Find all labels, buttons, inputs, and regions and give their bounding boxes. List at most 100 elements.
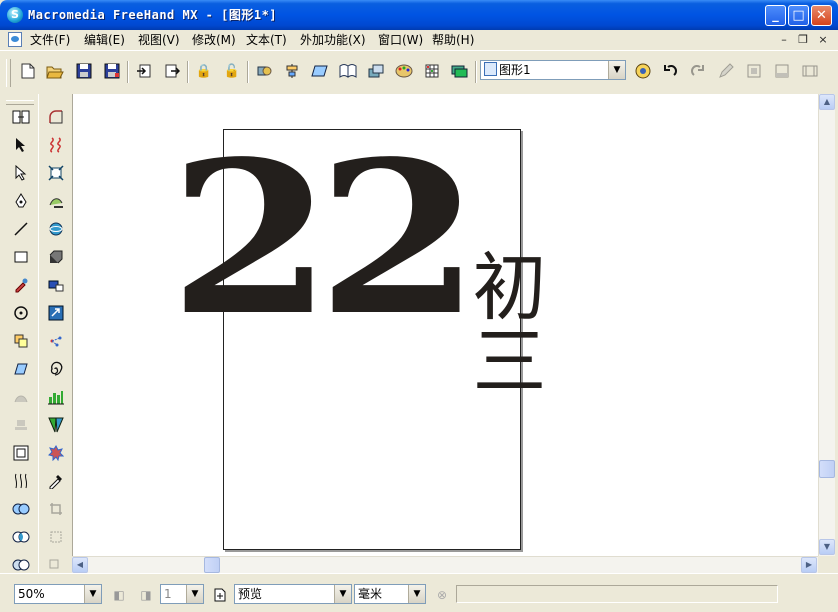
redo-icon[interactable] [688,61,708,81]
menu-window[interactable]: 窗口(W) [378,32,423,48]
page-tool-icon[interactable] [10,106,32,128]
frame2-icon[interactable] [772,61,792,81]
unlock-icon[interactable]: 🔓 [222,61,242,81]
toolbar-grip[interactable] [6,59,11,87]
shadow-icon[interactable] [45,190,67,212]
menu-file[interactable]: 文件(F) [30,32,70,48]
scale2-icon[interactable] [45,526,67,548]
next-page-icon[interactable]: ◨ [137,586,155,604]
previous-page-icon[interactable]: ◧ [110,586,128,604]
menu-xtras[interactable]: 外加功能(X) [300,32,366,48]
stamp-tool-icon[interactable] [10,414,32,436]
menu-edit[interactable]: 编辑(E) [84,32,125,48]
library-icon[interactable] [338,61,358,81]
save-icon[interactable] [74,61,94,81]
page-selector[interactable]: 图形1 ▼ [480,60,626,80]
eyedropper2-icon[interactable] [45,470,67,492]
trace-icon[interactable] [45,302,67,324]
minimize-button[interactable]: _ [765,5,786,26]
menu-modify[interactable]: 修改(M) [192,32,236,48]
layers-icon[interactable] [450,61,470,81]
status-bar: 50% ▼ ◧ ◨ 1 ▼ 预览 ▼ 毫米 ▼ ⊗ [0,573,838,612]
artwork-vertical-text[interactable]: 初三 [460,248,546,396]
spiral-icon[interactable] [45,358,67,380]
freehand-app-icon[interactable]: S [7,7,23,23]
chevron-down-icon[interactable]: ▼ [186,585,203,603]
preview-mode-select[interactable]: 预览 ▼ [234,584,352,604]
reflect-tool-icon[interactable] [10,330,32,352]
arc-tool-icon[interactable] [45,106,67,128]
mdi-close-button[interactable]: × [816,33,830,47]
pointer-tool-icon[interactable] [10,134,32,156]
symbols-icon[interactable] [366,61,386,81]
intersect-icon[interactable] [10,526,32,548]
page-selector-value: 图形1 [499,63,531,77]
scroll-up-button[interactable]: ▲ [819,94,835,110]
pencil-icon[interactable] [716,61,736,81]
perspective-icon[interactable] [45,414,67,436]
artwork-number-text[interactable]: 22 [169,134,481,344]
scroll-left-button[interactable]: ◀ [72,557,88,573]
close-button[interactable]: ✕ [811,5,832,26]
transform-icon[interactable] [310,61,330,81]
vertical-scroll-thumb[interactable] [819,460,835,478]
roughen-icon[interactable] [45,442,67,464]
mdi-restore-button[interactable]: ❐ [796,33,810,47]
swatches-icon[interactable] [422,61,442,81]
frame-icon[interactable] [744,61,764,81]
fisheye-icon[interactable] [45,162,67,184]
freehand-tool-icon[interactable] [45,134,67,156]
open-icon[interactable] [45,61,65,81]
lock-icon[interactable]: 🔒 [194,61,214,81]
scroll-down-button[interactable]: ▼ [819,539,835,555]
navigate-icon[interactable] [633,61,653,81]
line-tool-icon[interactable] [10,218,32,240]
scroll-right-button[interactable]: ▶ [801,557,817,573]
maximize-button[interactable]: □ [788,5,809,26]
group-icon[interactable] [254,61,274,81]
new-icon[interactable] [18,61,38,81]
pen-tool-icon[interactable] [10,190,32,212]
chevron-down-icon[interactable]: ▼ [408,585,425,603]
crop-icon[interactable] [45,498,67,520]
page-number-select[interactable]: 1 ▼ [160,584,204,604]
scale-tool-icon[interactable] [10,386,32,408]
import-icon[interactable] [134,61,154,81]
menu-help[interactable]: 帮助(H) [432,32,474,48]
drawing-canvas[interactable]: 22 初三 [72,94,818,556]
menu-text[interactable]: 文本(T) [246,32,287,48]
horizontal-scroll-thumb[interactable] [204,557,220,573]
color-mixer-icon[interactable] [394,61,414,81]
rectangle-tool-icon[interactable] [10,246,32,268]
eyedropper-tool-icon[interactable] [10,274,32,296]
chevron-down-icon[interactable]: ▼ [334,585,351,603]
frame3-icon[interactable] [800,61,820,81]
export-icon[interactable] [162,61,182,81]
blend-tool-icon[interactable] [10,470,32,492]
extrude-icon[interactable] [45,246,67,268]
toolbox-grip[interactable] [6,100,34,105]
chevron-down-icon[interactable]: ▼ [608,61,625,79]
document-icon[interactable] [8,32,22,47]
align-icon[interactable] [282,61,302,81]
save-as-icon[interactable] [102,61,122,81]
envelope-icon[interactable] [45,274,67,296]
mdi-minimize-button[interactable]: – [777,33,791,47]
undo-icon[interactable] [660,61,680,81]
add-page-icon[interactable] [211,586,229,604]
inset-path-icon[interactable] [10,442,32,464]
3d-rotate-icon[interactable] [45,218,67,240]
subselect-tool-icon[interactable] [10,162,32,184]
skew-tool-icon[interactable] [10,358,32,380]
chevron-down-icon[interactable]: ▼ [84,585,101,603]
chart-tool-icon[interactable] [45,386,67,408]
zoom-select[interactable]: 50% ▼ [14,584,102,604]
horizontal-scrollbar[interactable]: ◀ ▶ [72,556,818,573]
mirror-icon[interactable] [45,330,67,352]
vertical-scrollbar[interactable]: ▲ ▼ [818,94,835,556]
cancel-render-icon[interactable]: ⊗ [433,586,451,604]
union-icon[interactable] [10,498,32,520]
units-select[interactable]: 毫米 ▼ [354,584,426,604]
menu-view[interactable]: 视图(V) [138,32,180,48]
rotate-tool-icon[interactable] [10,302,32,324]
